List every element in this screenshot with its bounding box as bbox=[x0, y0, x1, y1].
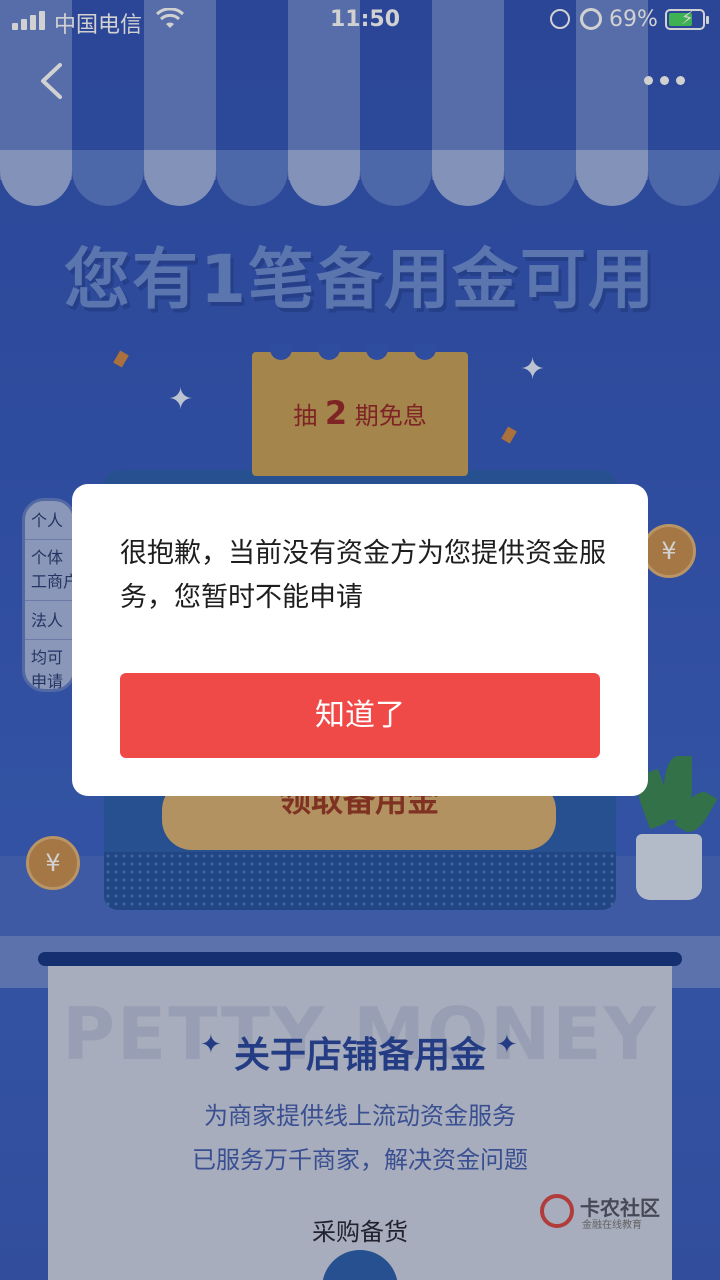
dialog-message: 很抱歉，当前没有资金方为您提供资金服务，您暂时不能申请 bbox=[120, 538, 606, 613]
alert-dialog: 很抱歉，当前没有资金方为您提供资金服务，您暂时不能申请 知道了 bbox=[72, 484, 648, 796]
confirm-button[interactable]: 知道了 bbox=[120, 673, 600, 758]
